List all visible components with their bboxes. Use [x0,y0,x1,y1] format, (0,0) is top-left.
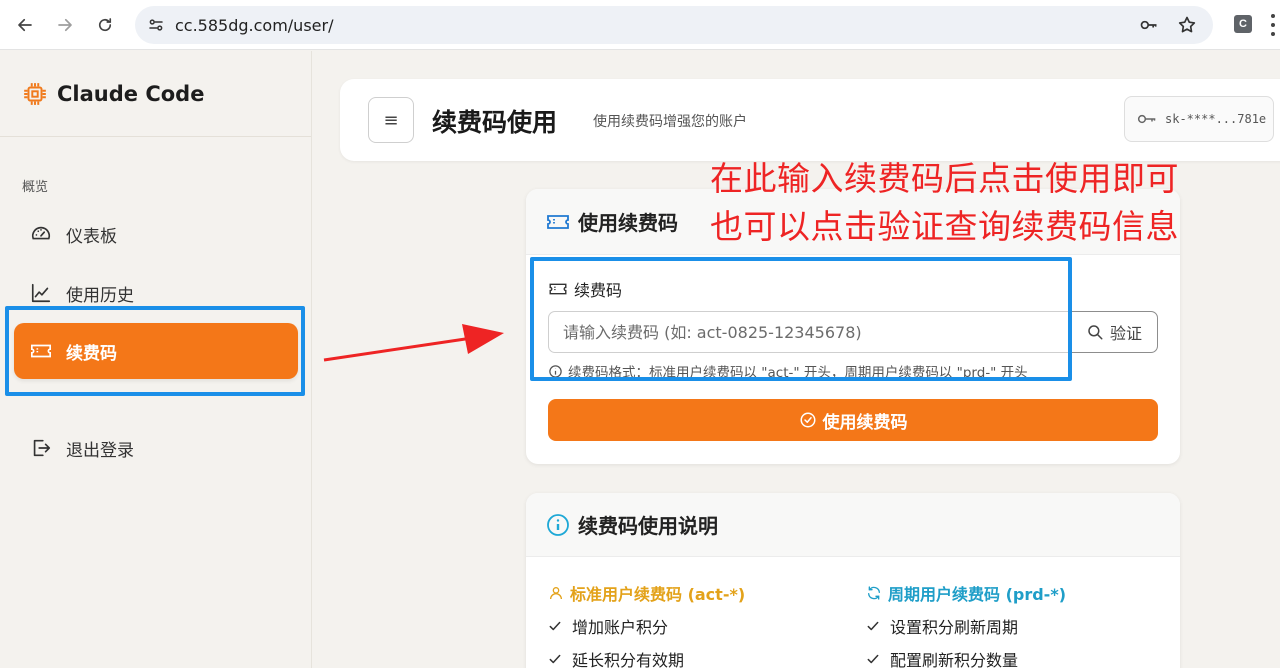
check-circle-icon [800,412,815,428]
forward-icon[interactable] [50,10,80,40]
card-title: 使用续费码 [578,211,678,235]
ticket-icon [547,214,569,229]
verify-button-label: 验证 [1109,324,1142,343]
address-bar[interactable]: cc.585dg.com/user/ [135,6,1213,44]
menu-toggle-button[interactable]: ≡ [368,97,414,143]
key-icon [1137,114,1156,124]
form-highlight-box [530,257,1072,381]
chip-logo-icon [24,83,46,105]
periodic-code-column: 周期用户续费码 (prd-*) 设置积分刷新周期 配置刷新积分数量 [866,581,1066,668]
api-key-chip[interactable]: sk-****...781e [1124,96,1274,142]
verify-button[interactable]: 验证 [1070,311,1158,353]
search-icon [1088,325,1103,340]
column-title: 标准用户续费码 (act-*) [548,581,745,605]
sidebar-item-dashboard[interactable]: 仪表板 [14,206,298,262]
standard-code-column: 标准用户续费码 (act-*) 增加账户积分 延长积分有效期 [548,581,745,668]
list-item: 配置刷新积分数量 [866,647,1066,668]
check-icon [549,621,561,631]
column-title-text: 标准用户续费码 (act-*) [570,585,746,604]
sidebar-item-label: 使用历史 [66,285,134,306]
user-icon [550,587,562,600]
logout-icon [33,439,51,457]
brand-name: Claude Code [57,82,205,106]
sidebar-item-label: 退出登录 [66,440,134,461]
reload-icon[interactable] [90,10,120,40]
site-settings-icon[interactable] [147,16,165,34]
line-chart-icon [31,283,51,303]
bookmark-star-icon[interactable] [1177,15,1197,35]
annotation-line-1: 在此输入续费码后点击使用即可 [710,159,1179,198]
card-title: 续费码使用说明 [578,514,718,538]
page-title: 续费码使用 [432,108,558,137]
check-icon [549,654,561,664]
dashboard-gauge-icon [31,226,51,240]
column-title-text: 周期用户续费码 (prd-*) [888,585,1067,604]
list-item-text: 延长积分有效期 [572,651,685,668]
back-icon[interactable] [10,10,40,40]
extension-icon[interactable]: C [1234,15,1252,33]
sidebar-item-logout[interactable]: 退出登录 [14,420,298,476]
api-key-text: sk-****...781e [1165,112,1267,126]
url-text[interactable]: cc.585dg.com/user/ [175,16,333,35]
brand[interactable]: Claude Code [22,81,204,107]
use-renewal-code-button[interactable]: 使用续费码 [548,399,1158,441]
list-item-text: 配置刷新积分数量 [890,651,1019,668]
usage-instructions-card: 续费码使用说明 标准用户续费码 (act-*) 增加账户积分 延长积分有效期 周… [526,493,1180,668]
refresh-icon [868,586,880,600]
check-icon [867,654,879,664]
browser-toolbar: cc.585dg.com/user/ C [0,0,1280,50]
column-title: 周期用户续费码 (prd-*) [866,581,1066,605]
page-subtitle: 使用续费码增强您的账户 [593,114,747,130]
list-item: 设置积分刷新周期 [866,614,1066,638]
sidebar-divider [0,136,311,137]
list-item-text: 设置积分刷新周期 [890,618,1019,637]
password-key-icon[interactable] [1139,15,1159,35]
browser-menu-icon[interactable] [1266,12,1280,38]
sidebar-highlight-box [5,306,305,396]
list-item-text: 增加账户积分 [572,618,669,637]
annotation-line-2: 也可以点击验证查询续费码信息 [710,207,1179,246]
sidebar-section-label: 概览 [22,180,49,195]
card-header: 续费码使用说明 [526,493,1180,557]
use-button-label: 使用续费码 [822,412,908,432]
info-circle-icon [547,513,569,536]
list-item: 延长积分有效期 [548,647,745,668]
sidebar-item-label: 仪表板 [66,226,117,247]
annotation-arrow-icon [323,324,504,362]
page-header: ≡ 续费码使用 使用续费码增强您的账户 sk-****...781e [340,79,1280,161]
check-icon [867,621,879,631]
list-item: 增加账户积分 [548,614,745,638]
